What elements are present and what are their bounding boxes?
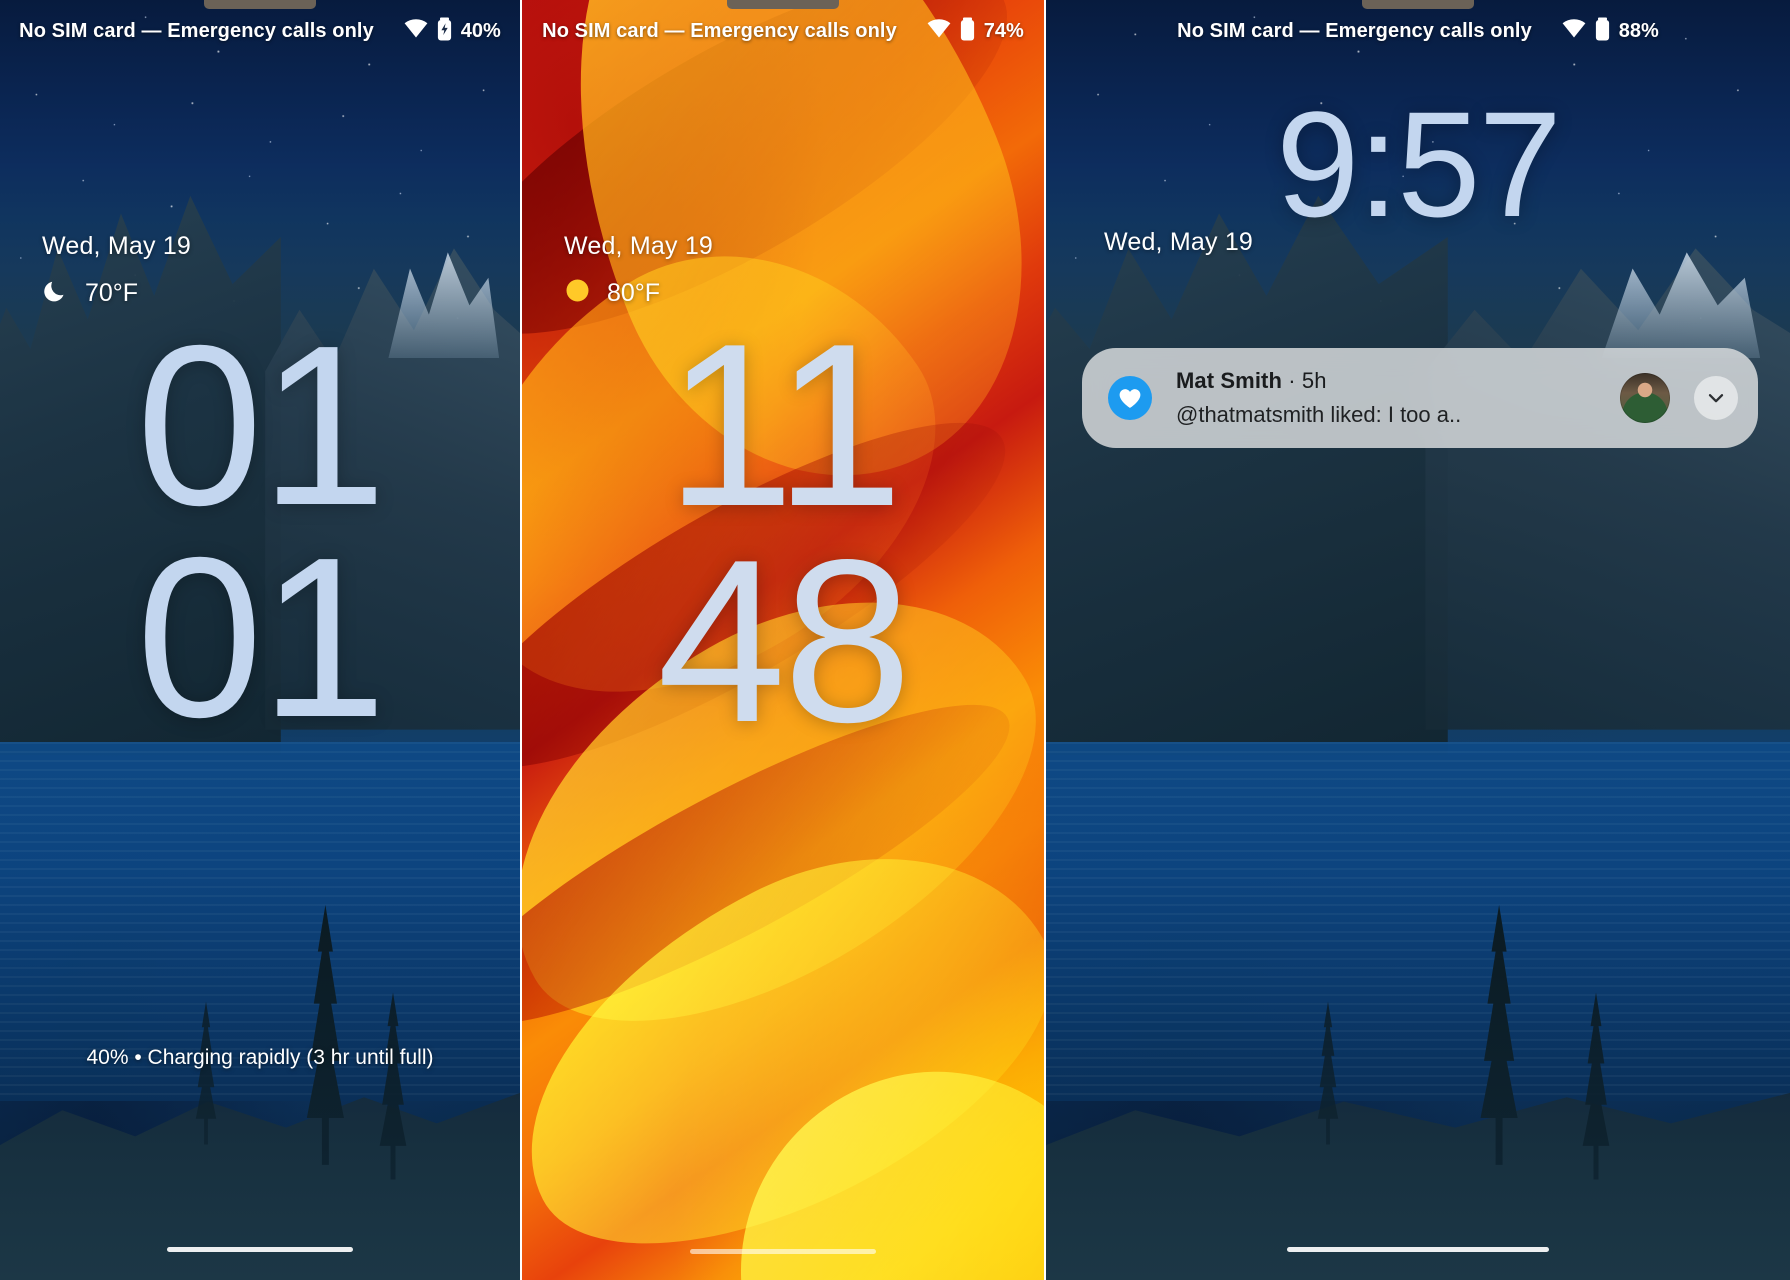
date-label: Wed, May 19 [1104, 228, 1254, 256]
camera-notch [727, 0, 839, 9]
moon-icon [42, 277, 69, 309]
home-indicator[interactable] [1287, 1247, 1549, 1252]
notification-card[interactable]: Mat Smith · 5h @thatmatsmith liked: I to… [1082, 348, 1758, 448]
status-bar: No SIM card — Emergency calls only 40% [0, 0, 520, 62]
clock-minute: 48 [656, 511, 912, 771]
status-bar: No SIM card — Emergency calls only 74% [522, 0, 1044, 62]
notification-sender: Mat Smith [1176, 368, 1283, 393]
temperature-label: 70°F [85, 278, 139, 307]
date-label: Wed, May 19 [42, 232, 192, 260]
notification-separator: · [1288, 368, 1296, 393]
status-icons: 88% [1562, 17, 1659, 46]
home-indicator[interactable] [167, 1247, 353, 1252]
camera-notch [204, 0, 316, 9]
carrier-label: No SIM card — Emergency calls only [1177, 19, 1532, 42]
status-bar: No SIM card — Emergency calls only 88% [1046, 0, 1790, 62]
notification-title-row: Mat Smith · 5h [1176, 368, 1327, 393]
status-icons: 40% [404, 17, 501, 46]
notification-text: @thatmatsmith liked: I too a.. [1176, 402, 1462, 427]
date-block: Wed, May 19 [1104, 228, 1253, 257]
notification-age: 5h [1301, 368, 1327, 393]
clock-hour: 01 [136, 299, 387, 553]
date-label: Wed, May 19 [564, 232, 714, 260]
camera-notch [1362, 0, 1474, 9]
sun-icon [564, 277, 591, 309]
battery-charging-icon [437, 17, 452, 46]
clock-minute: 01 [136, 511, 387, 766]
panel-flower-lockscreen: No SIM card — Emergency calls only 74% W… [522, 0, 1044, 1280]
wifi-icon [927, 19, 951, 43]
notification-body: Mat Smith · 5h @thatmatsmith liked: I to… [1176, 368, 1596, 428]
battery-percent-label: 40% [460, 19, 501, 42]
status-icons: 74% [927, 17, 1024, 46]
panel-charging-lockscreen: No SIM card — Emergency calls only 40% W… [0, 0, 520, 1280]
carrier-label: No SIM card — Emergency calls only [19, 19, 374, 42]
clock-inline[interactable]: 9:57 [1046, 78, 1790, 251]
home-indicator[interactable] [690, 1249, 876, 1254]
charging-status-label: 40% • Charging rapidly (3 hr until full) [86, 1046, 434, 1069]
battery-percent-label: 88% [1618, 19, 1659, 42]
wifi-icon [404, 19, 428, 43]
battery-icon [1595, 17, 1610, 46]
panel-notification-lockscreen: No SIM card — Emergency calls only 88% 9… [1046, 0, 1790, 1280]
temperature-label: 80°F [607, 278, 661, 307]
lake-surface [1046, 742, 1790, 1102]
date-weather-block: Wed, May 19 70°F [42, 232, 191, 309]
chevron-down-icon[interactable] [1694, 376, 1738, 420]
clock-stacked[interactable]: 11 48 [522, 296, 1044, 771]
clock-stacked[interactable]: 01 01 [0, 299, 520, 766]
clock-hour: 11 [665, 296, 904, 555]
battery-icon [960, 17, 975, 46]
twitter-heart-icon [1108, 376, 1152, 420]
battery-percent-label: 74% [983, 19, 1024, 42]
wifi-icon [1562, 19, 1586, 43]
carrier-label: No SIM card — Emergency calls only [542, 19, 897, 42]
avatar [1620, 373, 1670, 423]
lockscreen-comparison: No SIM card — Emergency calls only 40% W… [0, 0, 1790, 1280]
